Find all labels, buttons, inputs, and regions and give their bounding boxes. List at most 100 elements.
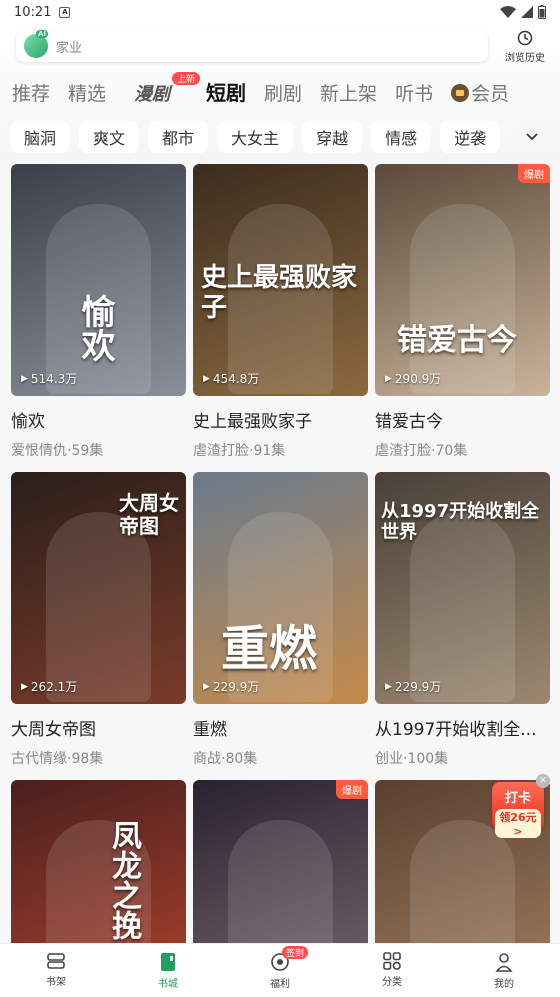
play-count: ▶ 514.3万 (21, 370, 77, 387)
play-count: ▶ 454.8万 (203, 370, 259, 387)
bookshelf-icon (47, 953, 65, 969)
poster-title-text: 史上最强败家子 (201, 263, 358, 323)
wifi-icon (500, 6, 516, 18)
nav-bookshelf[interactable]: 书架 (0, 944, 112, 997)
nav-bookstore[interactable]: 书城 (112, 944, 224, 997)
nav-welfare-label: 福利 (270, 979, 290, 990)
drama-meta: 商战·80集 (193, 751, 258, 767)
chip-genre[interactable]: 逆袭 (440, 121, 501, 153)
nav-profile[interactable]: 我的 (448, 944, 560, 997)
hot-badge: 爆剧 (518, 164, 550, 183)
checkin-card[interactable]: 打卡 领26元> (492, 782, 544, 838)
tab-comic-drama[interactable]: 漫剧 上新 (134, 72, 201, 106)
drama-title[interactable]: 史上最强败家子 (193, 407, 368, 432)
drama-title[interactable]: 重燃 (193, 715, 368, 740)
tab-short-drama[interactable]: 短剧 (206, 77, 246, 106)
drama-poster[interactable]: 大周女帝图 ▶ 262.1万 (11, 472, 186, 704)
poster-title-text: 凤龙之挽 (106, 820, 141, 940)
play-icon: ▶ (385, 373, 392, 384)
chip-genre[interactable]: 脑洞 (10, 121, 71, 153)
nav-bookstore-label: 书城 (158, 979, 178, 990)
category-grid-icon (383, 952, 401, 970)
play-icon: ▶ (385, 681, 392, 692)
chip-genre[interactable]: 穿越 (302, 121, 363, 153)
status-time: 10:21 (14, 4, 52, 20)
drama-meta: 爱恨情仇·59集 (11, 443, 104, 459)
nav-profile-label: 我的 (494, 979, 514, 990)
search-placeholder[interactable]: 家业 (56, 37, 82, 56)
drama-card[interactable]: 重燃 ▶ 229.9万 重燃 商战·80集 (193, 472, 368, 768)
nav-bookshelf-label: 书架 (46, 977, 66, 988)
profile-icon (495, 953, 513, 972)
poster-title-text: 重燃 (221, 621, 318, 677)
chip-genre[interactable]: 爽文 (79, 121, 140, 153)
play-icon: ▶ (203, 681, 210, 692)
drama-title[interactable]: 愉欢 (11, 407, 186, 432)
tab-featured[interactable]: 精选 (68, 79, 106, 106)
nav-welfare[interactable]: 福利 签到 (224, 944, 336, 997)
chip-genre[interactable]: 大女主 (217, 121, 294, 153)
bookstore-icon (161, 953, 175, 971)
drama-card[interactable]: 愉欢 ▶ 514.3万愉欢爱恨情仇·59集 (11, 164, 186, 460)
bottom-nav: 书架 书城 福利 签到 分类 我的 (0, 943, 560, 997)
drama-meta: 虐渣打脸·91集 (193, 443, 286, 459)
tab-vip[interactable]: 会员 (451, 79, 509, 106)
play-count-value: 290.9万 (394, 372, 442, 386)
play-count: ▶ 229.9万 (385, 678, 441, 695)
drama-meta: 古代情缘·98集 (11, 751, 104, 767)
status-bar: 10:21 A (0, 0, 560, 24)
drama-title[interactable]: 从1997开始收割全... (375, 715, 550, 740)
chip-genre[interactable]: 都市 (148, 121, 209, 153)
nav-category[interactable]: 分类 (336, 944, 448, 997)
checkin-float[interactable]: 打卡 领26元> ✕ (486, 774, 550, 838)
hot-badge: 爆剧 (336, 780, 368, 799)
ai-tag: AI (36, 30, 49, 38)
tab-vip-label: 会员 (471, 83, 510, 105)
drama-poster[interactable]: 错爱古今 爆剧 ▶ 290.9万 (375, 164, 550, 396)
poster-title-text: 从1997开始收割全世界 (381, 501, 540, 543)
drama-poster[interactable]: 从1997开始收割全世界 ▶ 229.9万 (375, 472, 550, 704)
play-count: ▶ 229.9万 (203, 678, 259, 695)
play-count: ▶ 262.1万 (21, 678, 77, 695)
play-count-value: 229.9万 (212, 680, 260, 694)
play-icon: ▶ (203, 373, 210, 384)
clock-icon (517, 30, 533, 46)
checkin-badge: 签到 (282, 946, 309, 959)
close-icon[interactable]: ✕ (536, 774, 550, 788)
drama-poster[interactable]: 史上最强败家子 ▶ 454.8万 (193, 164, 368, 396)
drama-title[interactable]: 大周女帝图 (11, 715, 186, 740)
tab-audiobook[interactable]: 听书 (395, 79, 433, 106)
top-header: AI 家业 浏览历史 推荐 精选 漫剧 上新 短剧 刷剧 新上架 听书 会员 脑… (0, 24, 560, 160)
ai-avatar-icon[interactable]: AI (24, 30, 49, 58)
drama-poster[interactable]: 愉欢 ▶ 514.3万 (11, 164, 186, 396)
checkin-title: 打卡 (504, 791, 531, 806)
poster-title-text: 错爱古今 (397, 323, 517, 358)
battery-icon (538, 5, 546, 19)
signal-icon (521, 6, 533, 18)
history-button[interactable]: 浏览历史 (498, 30, 552, 64)
drama-poster[interactable]: 重燃 ▶ 229.9万 (193, 472, 368, 704)
poster-figure (410, 204, 515, 394)
chevron-down-icon (526, 133, 538, 141)
tab-recommend[interactable]: 推荐 (12, 79, 50, 106)
tab-binge[interactable]: 刷剧 (264, 79, 302, 106)
drama-card[interactable]: 错爱古今 爆剧 ▶ 290.9万 错爱古今 虐渣打脸·70集 (375, 164, 550, 460)
chip-genre[interactable]: 情感 (371, 121, 432, 153)
tab-new-release[interactable]: 新上架 (320, 79, 377, 106)
new-badge: 上新 (172, 72, 201, 85)
vip-crown-icon (451, 84, 470, 102)
play-count: ▶ 290.9万 (385, 370, 441, 387)
play-count-value: 514.3万 (30, 372, 78, 386)
drama-meta: 虐渣打脸·70集 (375, 443, 468, 459)
sim-icon: A (59, 6, 71, 18)
play-icon: ▶ (21, 681, 28, 692)
drama-card[interactable]: 史上最强败家子 ▶ 454.8万 史上最强败家子 虐渣打脸·91集 (193, 164, 368, 460)
category-tabs: 推荐 精选 漫剧 上新 短剧 刷剧 新上架 听书 会员 (0, 72, 560, 106)
drama-title[interactable]: 错爱古今 (375, 407, 550, 432)
drama-card[interactable]: 从1997开始收割全世界 ▶ 229.9万 从1997开始收割全... 创业·100集 (375, 472, 550, 768)
search-bar[interactable]: AI 家业 (16, 30, 488, 62)
drama-card[interactable]: 大周女帝图 ▶ 262.1万 大周女帝图 古代情缘·98集 (11, 472, 186, 768)
genre-chips: 脑洞 爽文 都市 大女主 穿越 情感 逆袭 (0, 120, 560, 154)
expand-chips-button[interactable] (504, 120, 560, 154)
poster-title-text: 大周女帝图 (119, 491, 179, 538)
